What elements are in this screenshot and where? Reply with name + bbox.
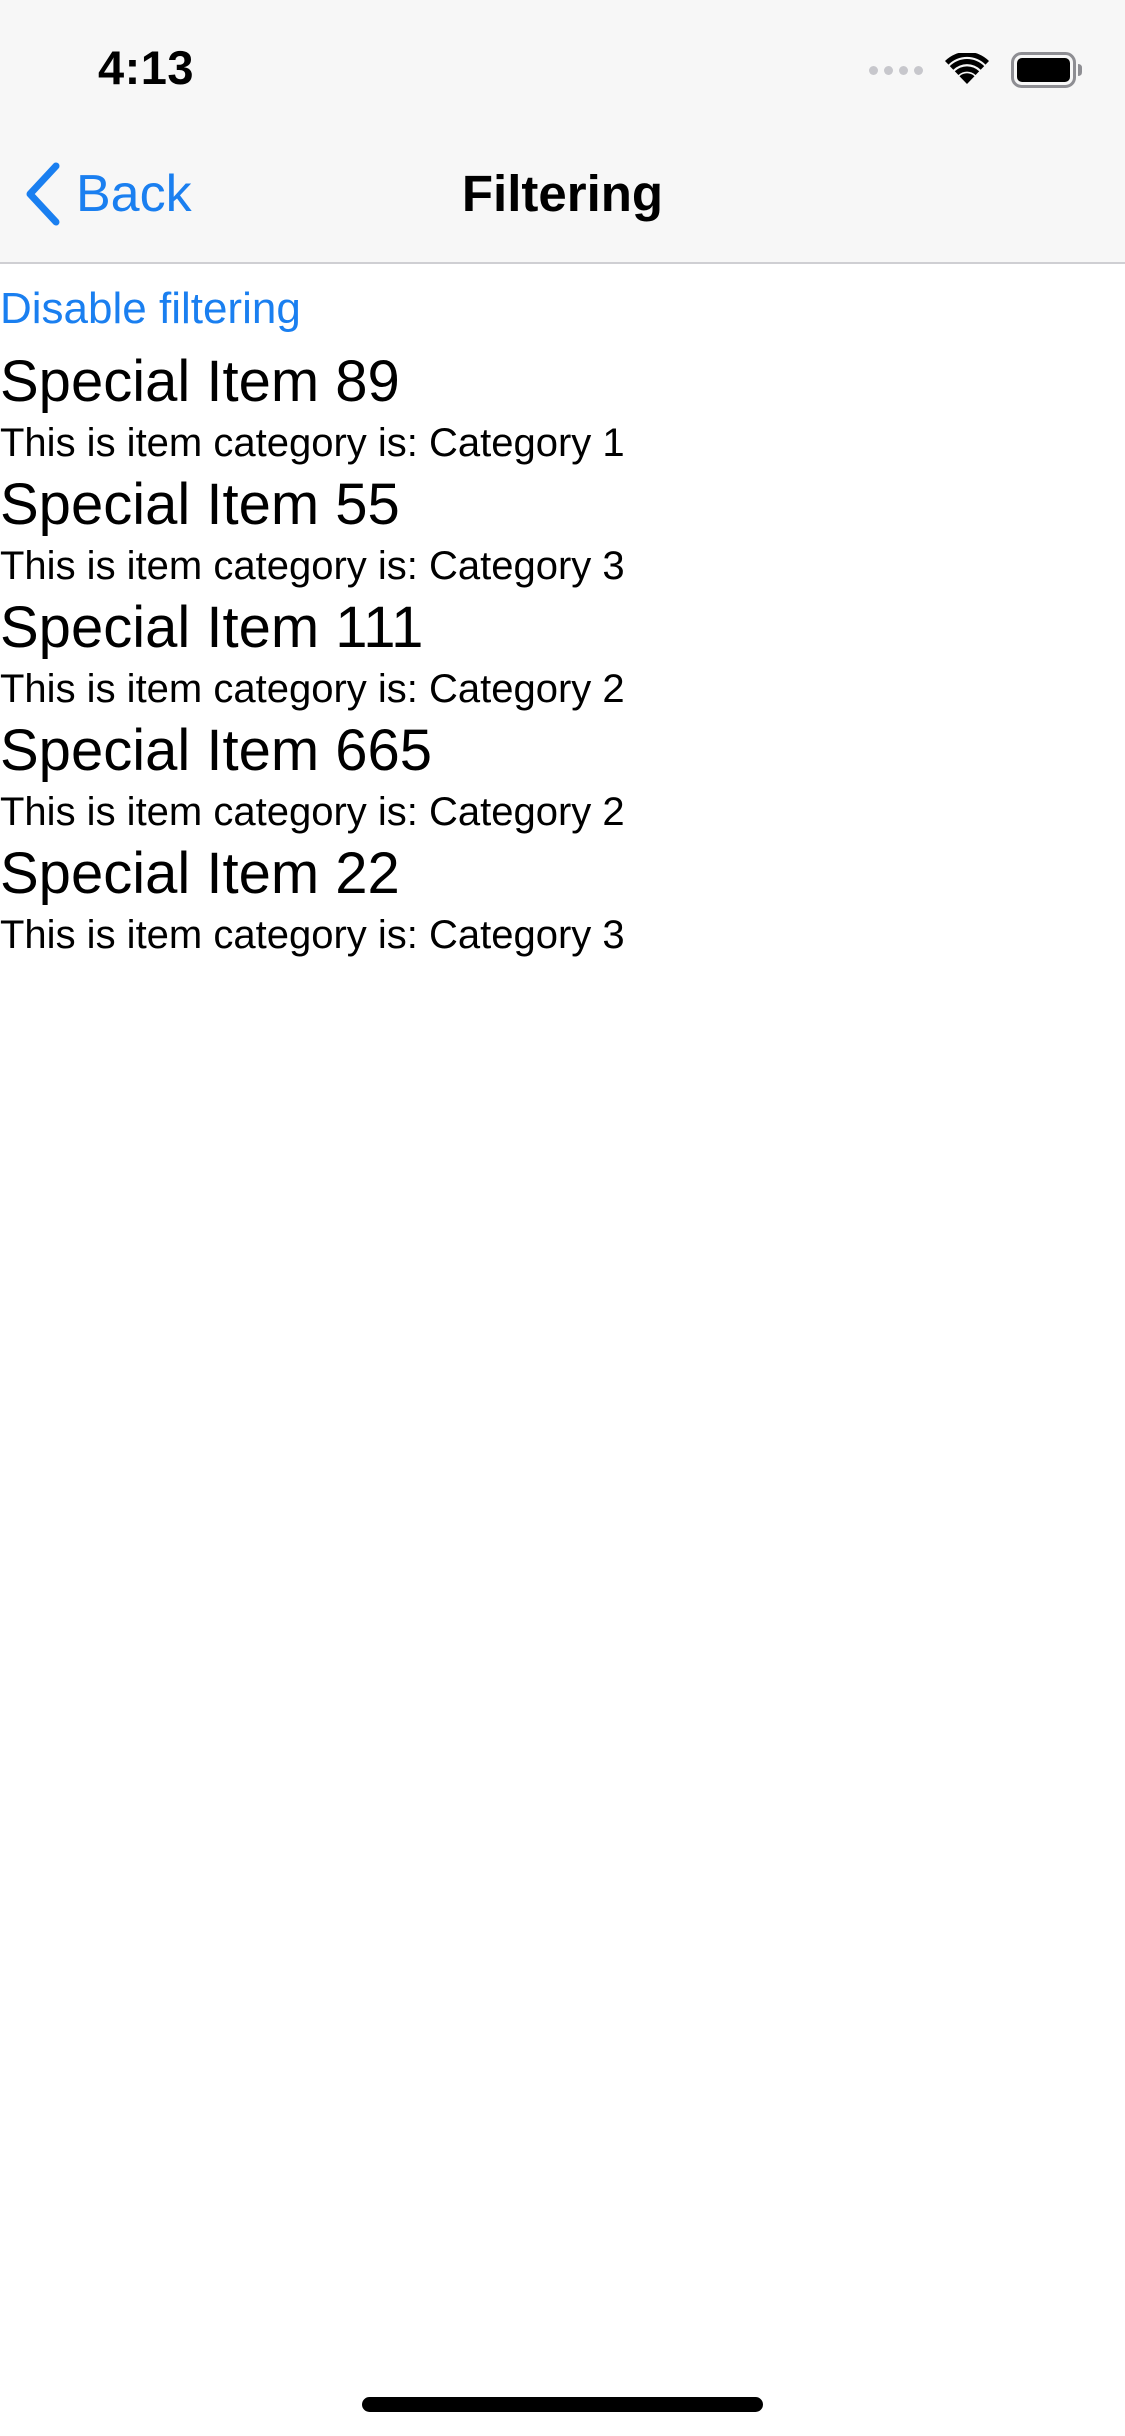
item-title: Special Item 111 xyxy=(0,595,424,660)
signal-dots-icon xyxy=(869,65,923,75)
home-indicator[interactable] xyxy=(362,2397,763,2412)
item-title: Special Item 665 xyxy=(0,718,433,783)
item-title: Special Item 55 xyxy=(0,472,400,537)
item-subtitle: This is item category is: Category 3 xyxy=(0,913,625,957)
wifi-icon xyxy=(945,53,989,84)
battery-icon xyxy=(1011,52,1082,88)
list-item: Special Item 665 This is item category i… xyxy=(0,717,1125,840)
item-subtitle: This is item category is: Category 2 xyxy=(0,790,625,834)
item-subtitle: This is item category is: Category 2 xyxy=(0,667,625,711)
list-item: Special Item 89 This is item category is… xyxy=(0,348,1125,471)
item-subtitle: This is item category is: Category 1 xyxy=(0,421,625,465)
status-time: 4:13 xyxy=(98,41,195,94)
item-title: Special Item 89 xyxy=(0,349,400,414)
disable-filtering-button[interactable]: Disable filtering xyxy=(0,280,1125,338)
item-title: Special Item 22 xyxy=(0,841,400,906)
page-title: Filtering xyxy=(461,165,664,222)
status-icons xyxy=(869,50,1083,90)
content: Disable filtering Special Item 89 This i… xyxy=(0,280,1125,963)
list-item: Special Item 22 This is item category is… xyxy=(0,840,1125,963)
item-subtitle: This is item category is: Category 3 xyxy=(0,544,625,588)
top-chrome: 4:13 Back Filtering xyxy=(0,0,1125,264)
list-item: Special Item 55 This is item category is… xyxy=(0,471,1125,594)
list-item: Special Item 111 This is item category i… xyxy=(0,594,1125,717)
screen: 4:13 Back Filtering Disable filtering Sp… xyxy=(0,0,1125,2436)
